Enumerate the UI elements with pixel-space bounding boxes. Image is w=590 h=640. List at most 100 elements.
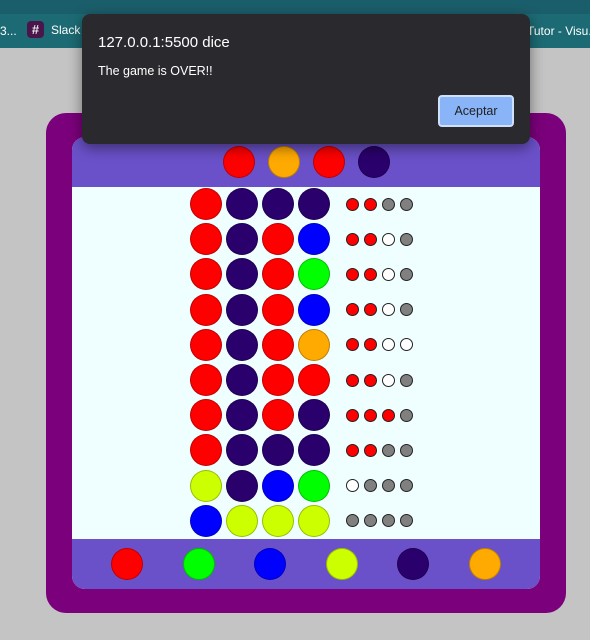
- guess-row: [190, 364, 413, 396]
- guess-peg: [262, 399, 294, 432]
- hint-pegs: [346, 443, 413, 457]
- hint-pegs: [346, 232, 413, 246]
- accept-button[interactable]: Aceptar: [438, 95, 514, 127]
- hint-peg: [364, 303, 377, 317]
- guess-peg: [226, 364, 258, 396]
- palette-color-button[interactable]: [111, 548, 144, 580]
- guess-peg: [226, 504, 258, 537]
- guess-peg: [226, 258, 258, 291]
- guess-peg: [190, 328, 222, 361]
- guess-peg: [190, 504, 222, 537]
- palette-color-button[interactable]: [182, 548, 215, 580]
- secret-peg: [357, 146, 390, 178]
- hint-peg: [400, 267, 413, 281]
- palette-color-button[interactable]: [397, 548, 430, 580]
- guess-pegs: [190, 469, 330, 502]
- hint-pegs: [346, 303, 413, 317]
- guess-peg: [190, 469, 222, 502]
- hint-peg: [364, 443, 377, 457]
- hint-pegs: [346, 373, 413, 387]
- guess-peg: [298, 399, 330, 432]
- guess-pegs: [190, 399, 330, 432]
- guess-peg: [226, 399, 258, 432]
- hint-peg: [400, 373, 413, 387]
- palette-color-button[interactable]: [468, 548, 501, 580]
- bookmark-tutor[interactable]: Tutor - Visu...: [527, 24, 590, 38]
- guess-peg: [298, 469, 330, 502]
- hint-pegs: [346, 408, 413, 422]
- bookmark-slack[interactable]: # Slack: [27, 21, 80, 38]
- guess-peg: [262, 364, 294, 396]
- secret-peg: [312, 146, 345, 178]
- hint-peg: [364, 479, 377, 493]
- guess-peg: [262, 188, 294, 220]
- guess-peg: [190, 364, 222, 396]
- guess-row: [190, 188, 413, 220]
- guess-row: [190, 504, 413, 537]
- guess-pegs: [190, 364, 330, 396]
- mastermind-board: [46, 113, 566, 613]
- dialog-message: The game is OVER!!: [98, 64, 213, 78]
- hint-peg: [346, 338, 359, 352]
- guess-peg: [190, 434, 222, 467]
- guess-row: [190, 258, 413, 291]
- hint-peg: [382, 303, 395, 317]
- hint-peg: [382, 408, 395, 422]
- hint-peg: [364, 232, 377, 246]
- alert-dialog: 127.0.0.1:5500 dice The game is OVER!! A…: [82, 14, 530, 144]
- guess-row: [190, 328, 413, 361]
- guess-peg: [226, 188, 258, 220]
- board-inner: [72, 137, 540, 589]
- guess-pegs: [190, 223, 330, 256]
- hint-peg: [346, 197, 359, 211]
- hint-pegs: [346, 479, 413, 493]
- hint-peg: [364, 197, 377, 211]
- guess-peg: [226, 328, 258, 361]
- guess-pegs: [190, 188, 330, 220]
- hint-peg: [382, 267, 395, 281]
- hint-peg: [364, 338, 377, 352]
- hint-pegs: [346, 338, 413, 352]
- dialog-title: 127.0.0.1:5500 dice: [98, 34, 230, 51]
- guess-peg: [190, 293, 222, 326]
- guess-peg: [262, 293, 294, 326]
- palette-color-button[interactable]: [325, 548, 358, 580]
- hint-peg: [346, 303, 359, 317]
- hint-peg: [346, 232, 359, 246]
- hint-peg: [346, 267, 359, 281]
- guess-peg: [226, 223, 258, 256]
- palette-color-button[interactable]: [254, 548, 287, 580]
- slack-icon: #: [27, 21, 44, 38]
- guess-peg: [298, 258, 330, 291]
- guess-peg: [298, 364, 330, 396]
- hint-peg: [382, 232, 395, 246]
- secret-peg: [267, 146, 300, 178]
- hint-pegs: [346, 514, 413, 528]
- guess-row: [190, 434, 413, 467]
- secret-code-bar: [72, 137, 540, 187]
- guess-peg: [298, 504, 330, 537]
- hint-peg: [382, 514, 395, 528]
- guess-pegs: [190, 504, 330, 537]
- hint-peg: [382, 443, 395, 457]
- guess-row: [190, 469, 413, 502]
- hint-peg: [382, 338, 395, 352]
- hint-peg: [346, 373, 359, 387]
- guess-peg: [298, 434, 330, 467]
- hint-pegs: [346, 197, 413, 211]
- hint-peg: [364, 267, 377, 281]
- hint-peg: [346, 514, 359, 528]
- guess-row: [190, 223, 413, 256]
- hint-peg: [382, 197, 395, 211]
- guess-peg: [262, 504, 294, 537]
- hint-pegs: [346, 267, 413, 281]
- hint-peg: [400, 408, 413, 422]
- hint-peg: [346, 408, 359, 422]
- hint-peg: [364, 373, 377, 387]
- guess-peg: [226, 293, 258, 326]
- guess-peg: [190, 188, 222, 220]
- guess-pegs: [190, 328, 330, 361]
- bookmark-fragment[interactable]: 3...: [0, 24, 17, 38]
- guess-peg: [262, 469, 294, 502]
- guess-peg: [298, 293, 330, 326]
